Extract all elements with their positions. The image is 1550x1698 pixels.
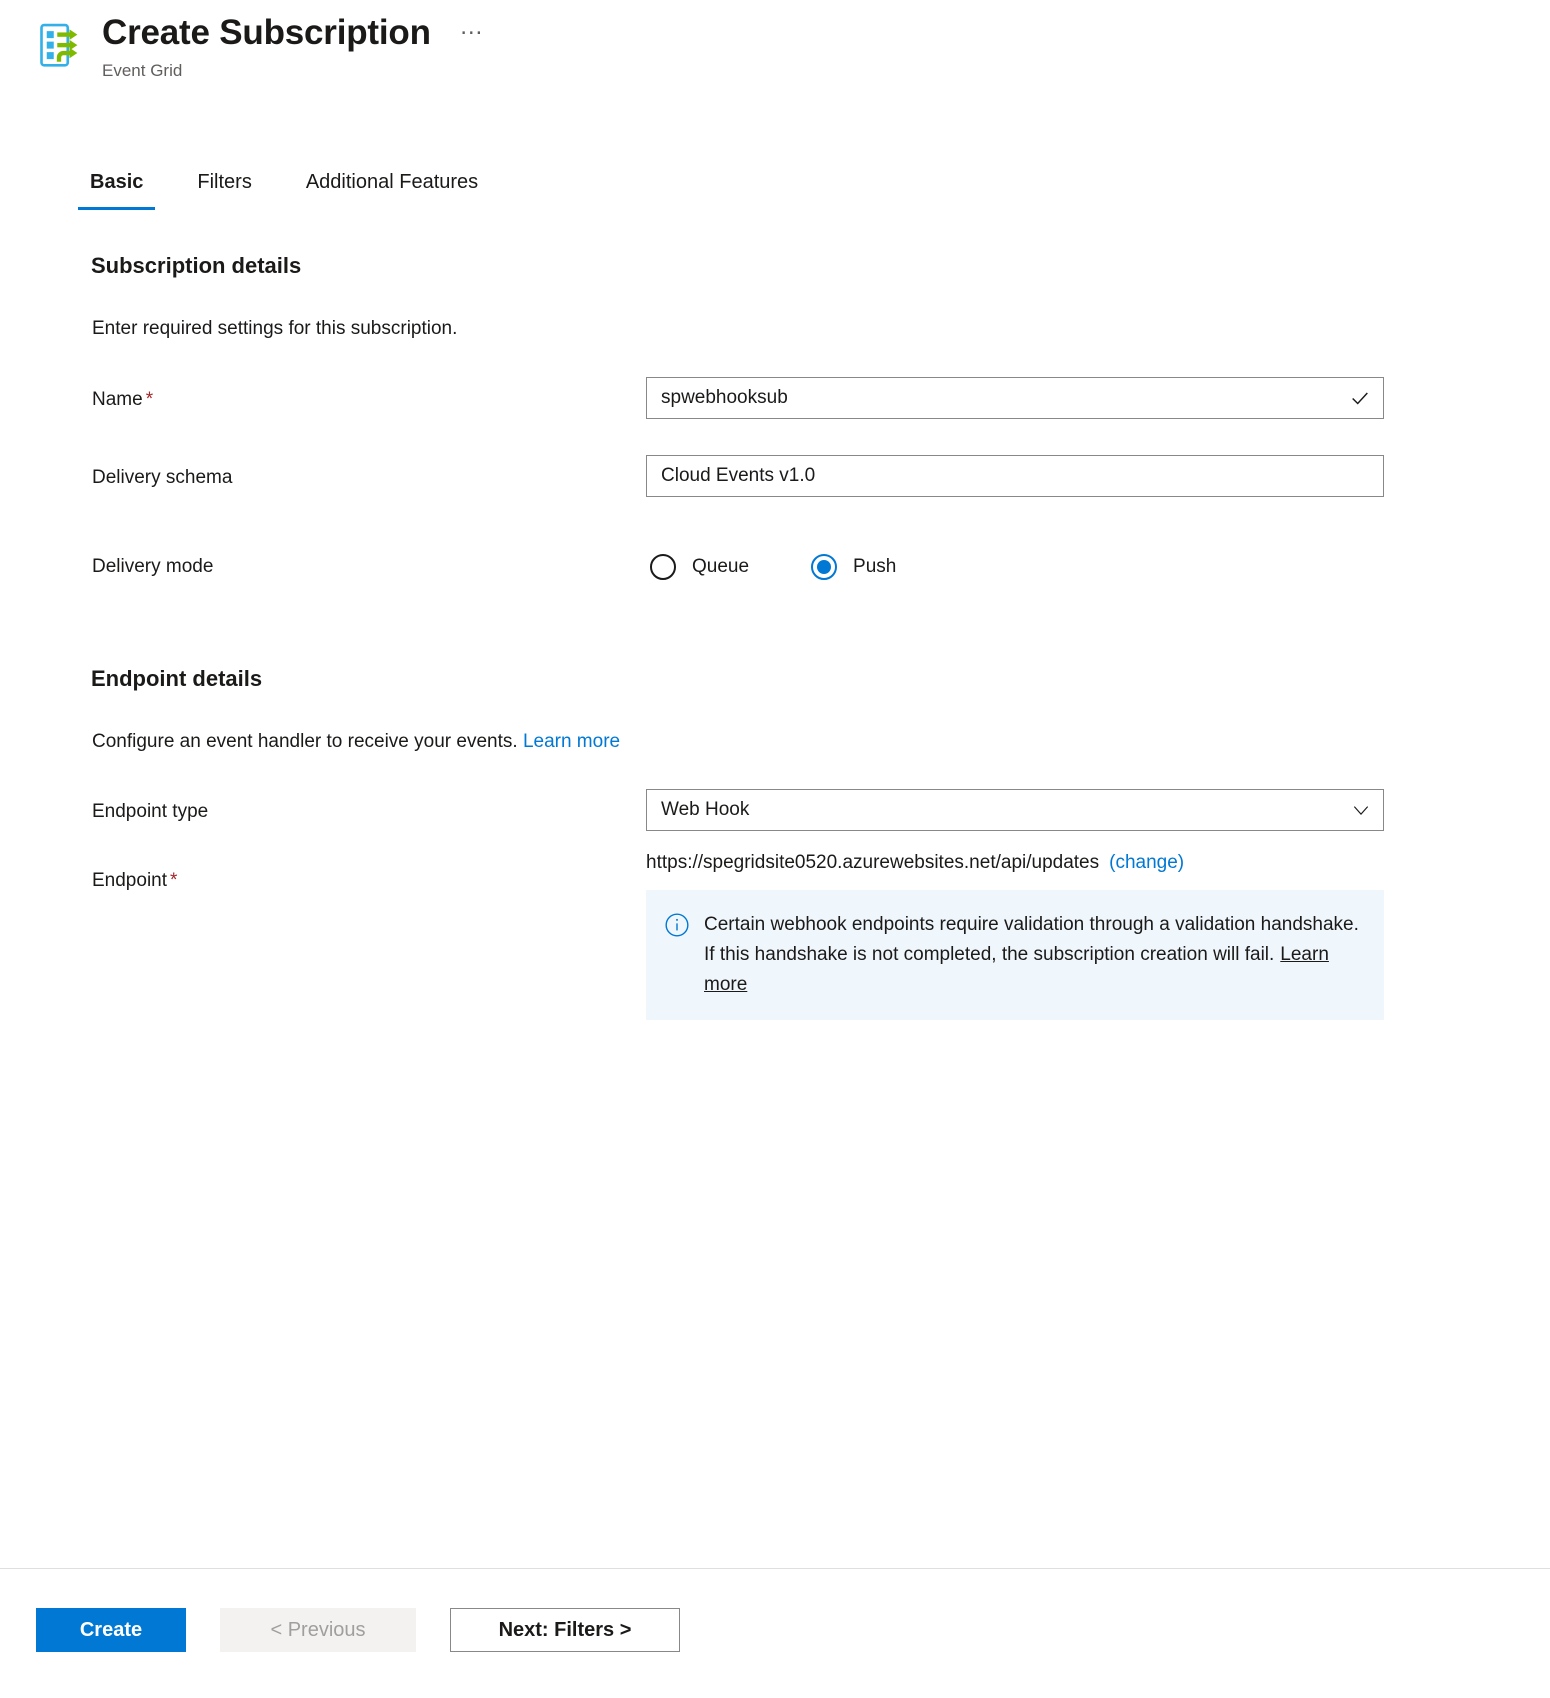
webhook-validation-info-text: Certain webhook endpoints require valida… bbox=[704, 910, 1366, 1000]
more-options-icon[interactable]: … bbox=[459, 12, 485, 42]
event-grid-icon bbox=[38, 20, 80, 72]
delivery-schema-input[interactable]: Cloud Events v1.0 bbox=[646, 455, 1384, 497]
webhook-validation-info-message: Certain webhook endpoints require valida… bbox=[704, 914, 1359, 965]
endpoint-url-text: https://spegridsite0520.azurewebsites.ne… bbox=[646, 852, 1100, 873]
footer-divider bbox=[0, 1568, 1550, 1569]
name-label: Name * bbox=[92, 387, 153, 413]
previous-button: < Previous bbox=[220, 1608, 416, 1652]
delivery-mode-option-push-label: Push bbox=[853, 556, 897, 577]
delivery-mode-option-queue-label: Queue bbox=[692, 556, 750, 577]
endpoint-required-marker: * bbox=[170, 870, 178, 891]
delivery-mode-label: Delivery mode bbox=[92, 556, 214, 577]
endpoint-details-description: Configure an event handler to receive yo… bbox=[92, 729, 620, 755]
delivery-schema-field-container: Cloud Events v1.0 bbox=[646, 455, 1384, 497]
delivery-schema-label: Delivery schema bbox=[92, 467, 233, 488]
tab-filters[interactable]: Filters bbox=[185, 168, 263, 210]
info-circle-icon bbox=[664, 912, 690, 938]
endpoint-label-text: Endpoint bbox=[92, 870, 168, 891]
endpoint-type-value: Web Hook bbox=[661, 799, 750, 820]
radio-circle-push bbox=[811, 554, 838, 580]
create-button[interactable]: Create bbox=[36, 1608, 186, 1652]
name-label-text: Name bbox=[92, 389, 143, 410]
checkmark-icon bbox=[1349, 387, 1371, 409]
delivery-mode-radio-group: Queue Push bbox=[650, 554, 896, 580]
tab-bar: Basic Filters Additional Features bbox=[78, 168, 520, 210]
endpoint-change-link[interactable]: (change) bbox=[1109, 852, 1184, 873]
endpoint-url-row: https://spegridsite0520.azurewebsites.ne… bbox=[646, 850, 1184, 876]
tab-basic[interactable]: Basic bbox=[78, 168, 156, 210]
page-title: Create Subscription bbox=[102, 13, 431, 52]
endpoint-type-label: Endpoint type bbox=[92, 801, 209, 822]
endpoint-label: Endpoint * bbox=[92, 868, 177, 894]
delivery-schema-value: Cloud Events v1.0 bbox=[661, 465, 816, 486]
radio-circle-queue bbox=[650, 554, 676, 580]
webhook-validation-info-box: Certain webhook endpoints require valida… bbox=[646, 890, 1384, 1020]
header-row: Create Subscription … Event Grid bbox=[38, 10, 1550, 82]
name-input[interactable]: spwebhooksub bbox=[646, 377, 1384, 419]
title-block: Create Subscription … Event Grid bbox=[102, 10, 485, 82]
delivery-mode-option-queue[interactable]: Queue bbox=[650, 554, 749, 580]
endpoint-details-learn-more-link[interactable]: Learn more bbox=[523, 731, 620, 752]
page-subtitle: Event Grid bbox=[102, 61, 183, 80]
footer-action-bar: Create < Previous Next: Filters > bbox=[36, 1608, 680, 1652]
page-header: Create Subscription … Event Grid bbox=[0, 0, 1550, 82]
endpoint-type-field-container: Web Hook bbox=[646, 789, 1384, 831]
chevron-down-icon bbox=[1351, 800, 1371, 820]
subscription-details-heading: Subscription details bbox=[91, 253, 302, 278]
tab-additional-features[interactable]: Additional Features bbox=[294, 168, 490, 210]
delivery-mode-option-push[interactable]: Push bbox=[811, 554, 896, 580]
subscription-details-description: Enter required settings for this subscri… bbox=[92, 318, 458, 339]
endpoint-details-description-text: Configure an event handler to receive yo… bbox=[92, 731, 518, 752]
name-input-value: spwebhooksub bbox=[661, 387, 788, 408]
endpoint-type-dropdown[interactable]: Web Hook bbox=[646, 789, 1384, 831]
next-filters-button[interactable]: Next: Filters > bbox=[450, 1608, 680, 1652]
endpoint-details-heading: Endpoint details bbox=[91, 666, 263, 691]
name-field-container: spwebhooksub bbox=[646, 377, 1384, 419]
name-required-marker: * bbox=[145, 389, 154, 410]
